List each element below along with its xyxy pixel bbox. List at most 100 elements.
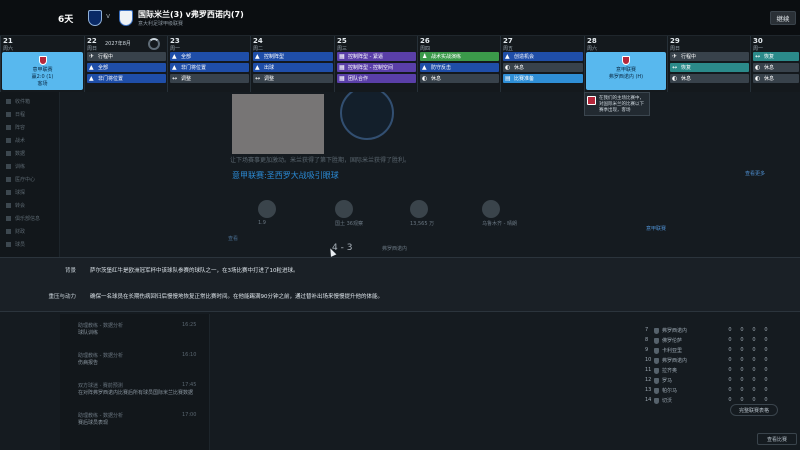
session-icon: ✈ — [89, 53, 95, 60]
training-session[interactable]: ✈ 行程中 — [670, 52, 749, 61]
sidebar-item[interactable]: 球员 — [6, 241, 25, 248]
session-label: 创造机会 — [514, 54, 535, 60]
league-row[interactable]: 12 罗马 0 0 0 0 — [642, 377, 782, 386]
team-crest-icon — [654, 378, 659, 384]
calendar-day-26[interactable]: 26 周四 ♟ 战术实战演练 ▲ 防守反击 ◐ 休息 — [417, 36, 500, 92]
more-link[interactable]: 查看更多 — [745, 170, 765, 177]
news-link[interactable]: 查看 — [228, 235, 238, 242]
row-stat: 0 — [728, 367, 732, 373]
league-row[interactable]: 11 拉齐奥 0 0 0 0 — [642, 367, 782, 376]
league-row[interactable]: 13 帕尔马 0 0 0 0 — [642, 387, 782, 396]
training-session[interactable]: ▲ 全部 — [87, 63, 166, 72]
row-stat: 0 — [740, 367, 744, 373]
row-team: 弗罗西诺内 — [662, 328, 688, 334]
row-position: 10 — [645, 357, 652, 363]
session-icon: ◐ — [672, 75, 678, 82]
training-session[interactable]: ▦ 控制阵型 - 紧逼 — [337, 52, 416, 61]
sidebar-item-icon — [6, 151, 11, 156]
calendar-day-24[interactable]: 24 周二 ▲ 控制阵型 ▲ 出球 ↔ 调整 — [250, 36, 334, 92]
sidebar-item[interactable]: 俱乐部信息 — [6, 215, 40, 222]
message-title: 在对阵弗罗西诺内比赛后所有球员国际米兰比赛数据 — [78, 390, 194, 396]
inbox-message[interactable]: 助理教练 - 数据分析 伤病报告 16:10 — [78, 352, 196, 366]
sidebar-item[interactable]: 数据 — [6, 150, 25, 157]
training-session[interactable]: ↔ 恢复 — [753, 52, 799, 61]
calendar-day-28[interactable]: 28 周六 意甲联赛 弗罗西诺内 (H) — [584, 36, 667, 92]
training-session[interactable]: ▲ 非门将位置 — [170, 63, 249, 72]
training-session[interactable]: ▲ 非门将位置 — [87, 74, 166, 83]
sidebar-item[interactable]: 阵容 — [6, 124, 25, 131]
session-icon: ▲ — [89, 75, 94, 82]
training-session[interactable]: ▲ 控制阵型 — [253, 52, 333, 61]
training-session[interactable]: ◐ 休息 — [670, 74, 749, 83]
view-match-button[interactable]: 查看比赛 — [757, 433, 797, 445]
training-session[interactable]: ▦ 团队合作 — [337, 74, 416, 83]
message-title: 赛后球员表现 — [78, 420, 109, 426]
sidebar-item-icon — [6, 177, 11, 182]
news-title[interactable]: 意甲联赛:圣西罗大战吸引眼球 — [232, 170, 339, 181]
sidebar-item-label: 俱乐部信息 — [15, 216, 41, 222]
training-session[interactable]: ◐ 休息 — [753, 63, 799, 72]
calendar-day-21[interactable]: 21 周六 意甲联赛 赢2:0 (1) 客场 — [0, 36, 84, 92]
match-card[interactable]: 意甲联赛 赢2:0 (1) 客场 — [2, 52, 83, 90]
calendar-day-23[interactable]: 23 周一 ▲ 全部 ▲ 非门将位置 ↔ 调整 — [167, 36, 250, 92]
training-session[interactable]: ✈ 行程中 — [87, 52, 166, 61]
sidebar-item[interactable]: 收件箱 — [6, 98, 30, 105]
league-row[interactable]: 9 卡利亚里 0 0 0 0 — [642, 347, 782, 356]
training-session[interactable]: ▲ 出球 — [253, 63, 333, 72]
training-session[interactable]: ◐ 休息 — [420, 74, 499, 83]
calendar-day-25[interactable]: 25 周三 ▦ 控制阵型 - 紧逼 ▦ 控制阵型 - 控制空间 ▦ 团队合作 — [334, 36, 417, 92]
league-row[interactable]: 10 弗罗西诺内 0 0 0 0 — [642, 357, 782, 366]
sidebar-item[interactable]: 战术 — [6, 137, 25, 144]
training-session[interactable]: ▲ 防守反击 — [420, 63, 499, 72]
calendar-day-29[interactable]: 29 周日 ✈ 行程中 ↔ 恢复 ◐ 休息 — [667, 36, 750, 92]
day-name: 周五 — [503, 46, 514, 52]
sidebar-item[interactable]: 财政 — [6, 228, 25, 235]
training-session[interactable]: ↔ 调整 — [170, 74, 249, 83]
training-session[interactable]: ♟ 战术实战演练 — [420, 52, 499, 61]
inbox-message[interactable]: 助理教练 - 数据分析 球队训练 16:25 — [78, 322, 196, 336]
sidebar-item-icon — [6, 125, 11, 130]
row-stat: 0 — [752, 377, 756, 383]
league-row[interactable]: 7 弗罗西诺内 0 0 0 0 — [642, 327, 782, 336]
message-title: 球队训练 — [78, 330, 99, 336]
continue-button[interactable]: 继续 — [770, 11, 796, 25]
row-position: 8 — [645, 337, 649, 343]
session-label: 调整 — [264, 76, 275, 82]
day-number: 28 — [587, 37, 597, 45]
row-stat: 0 — [752, 367, 756, 373]
training-session[interactable]: ↔ 调整 — [253, 74, 333, 83]
sidebar-item-label: 阵容 — [15, 125, 26, 131]
inbox-list: 助理教练 - 数据分析 球队训练 16:25 助理教练 - 数据分析 伤病报告 16:10… — [60, 314, 210, 450]
training-session[interactable]: ▲ 创造机会 — [503, 52, 583, 61]
sidebar-item[interactable]: 球探 — [6, 189, 25, 196]
row-stat: 0 — [740, 377, 744, 383]
session-icon: ▦ — [339, 75, 345, 82]
training-session[interactable]: ▤ 比赛准备 — [503, 74, 583, 83]
training-session[interactable]: ↔ 恢复 — [670, 63, 749, 72]
tooltip-label-pressure: 重压与动力 — [48, 294, 76, 300]
league-row[interactable]: 8 佛罗伦萨 0 0 0 0 — [642, 337, 782, 346]
session-label: 控制阵型 - 控制空间 — [348, 65, 393, 71]
inbox-message[interactable]: 双方球迷 · 赛前预测 在对阵弗罗西诺内比赛后所有球员国际米兰比赛数据 17:45 — [78, 382, 196, 396]
full-table-button[interactable]: 完整联赛表格 — [730, 404, 778, 416]
match-stat: 乌鲁木齐 - 晴朗 — [482, 200, 517, 227]
training-session[interactable]: ▲ 全部 — [170, 52, 249, 61]
message-time: 16:25 — [182, 322, 197, 328]
calendar-day-30[interactable]: 30 周一 ↔ 恢复 ◐ 休息 ◐ 休息 — [750, 36, 800, 92]
sidebar-item[interactable]: 日程 — [6, 111, 25, 118]
training-session[interactable]: ▦ 控制阵型 - 控制空间 — [337, 63, 416, 72]
row-team: 卡利亚里 — [662, 348, 683, 354]
next-match-title[interactable]: 国际米兰(3) v弗罗西诺内(7) — [138, 9, 244, 20]
away-crest-icon — [119, 10, 133, 26]
sidebar-item[interactable]: 医疗中心 — [6, 176, 35, 183]
row-stat: 0 — [740, 327, 744, 333]
training-session[interactable]: ◐ 休息 — [753, 74, 799, 83]
match-card[interactable]: 意甲联赛 弗罗西诺内 (H) — [586, 52, 666, 90]
sidebar-item-label: 球员 — [15, 242, 26, 248]
calendar-day-27[interactable]: 27 周五 ▲ 创造机会 ◐ 休息 ▤ 比赛准备 — [500, 36, 584, 92]
sidebar-item[interactable]: 转会 — [6, 202, 25, 209]
training-session[interactable]: ◐ 休息 — [503, 63, 583, 72]
stat-value: 国土 36观察 — [335, 221, 363, 227]
sidebar-item[interactable]: 训练 — [6, 163, 25, 170]
inbox-message[interactable]: 助理教练 - 数据分析 赛后球员表现 17:00 — [78, 412, 196, 426]
